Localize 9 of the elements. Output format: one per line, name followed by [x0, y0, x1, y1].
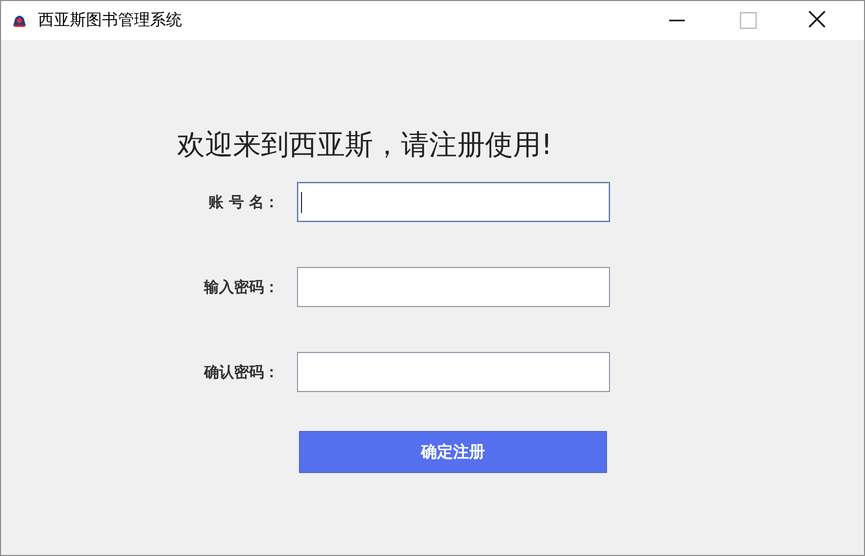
field-label: 确认密码：: [202, 362, 280, 382]
field-label: 输入密码：: [202, 278, 280, 296]
welcome-heading: 欢迎来到西亚斯，请注册使用!: [177, 127, 554, 163]
input-field[interactable]: [297, 182, 610, 222]
register-button[interactable]: 确定注册: [299, 431, 607, 473]
input-field[interactable]: [297, 267, 610, 307]
window-title: 西亚斯图书管理系统: [38, 10, 183, 31]
input-field[interactable]: [297, 352, 610, 392]
field-label: 账 号 名：: [208, 192, 280, 212]
